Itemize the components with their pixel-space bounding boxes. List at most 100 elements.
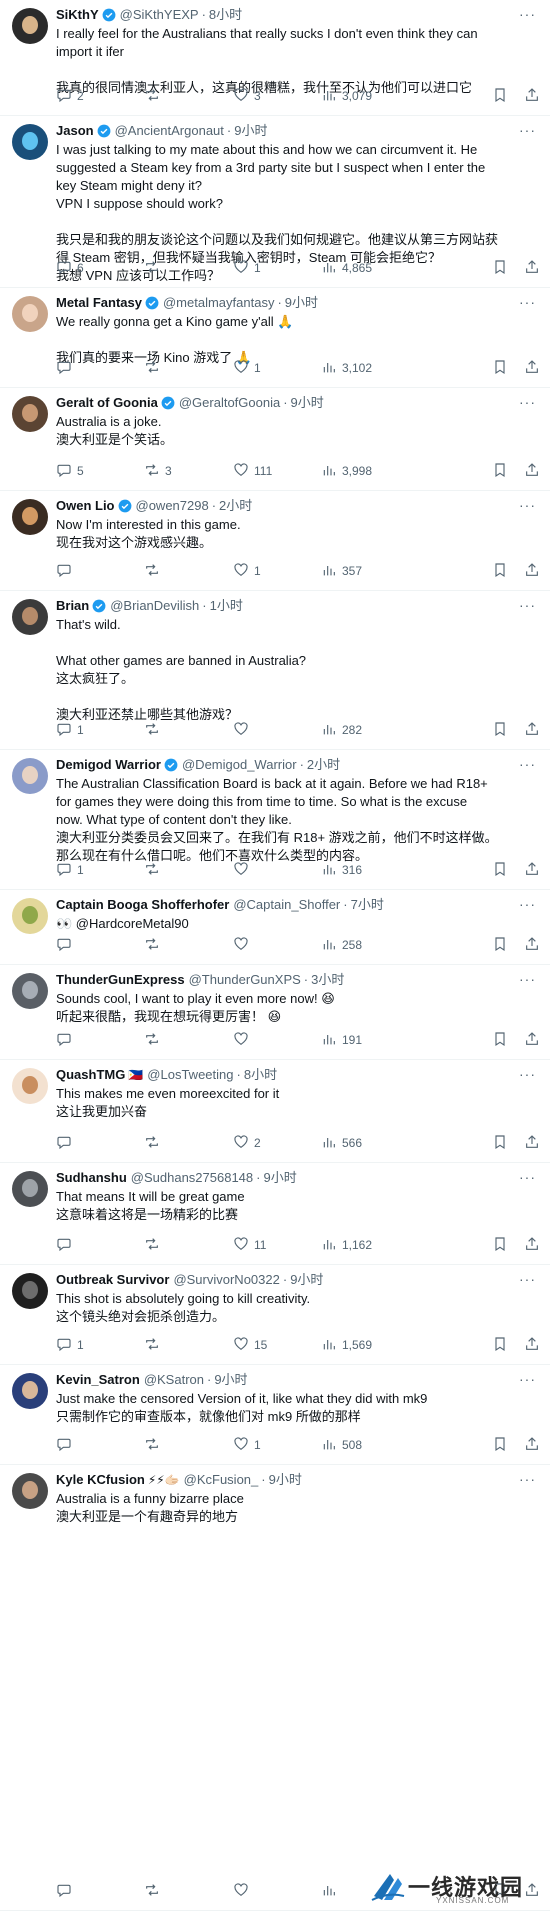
author-handle[interactable]: @LosTweeting xyxy=(147,1066,233,1084)
author-name[interactable]: Owen Lio xyxy=(56,497,115,515)
avatar[interactable] xyxy=(12,296,48,332)
avatar[interactable] xyxy=(12,973,48,1009)
author-name[interactable]: Demigod Warrior xyxy=(56,756,161,774)
author-name[interactable]: Captain Booga Shofferhofer xyxy=(56,896,229,914)
views-button[interactable]: 4,865 xyxy=(321,259,372,278)
reply-button[interactable] xyxy=(56,359,77,378)
tweet[interactable]: ··· QuashTMG 🇵🇭 @LosTweeting · 8小时 This makes … xyxy=(0,1060,550,1163)
avatar[interactable] xyxy=(12,124,48,160)
tweet[interactable]: ··· ThunderGunExpress @ThunderGunXPS · 3小时 So… xyxy=(0,965,550,1060)
bookmark-button[interactable] xyxy=(492,721,508,740)
author-name[interactable]: Geralt of Goonia xyxy=(56,394,158,412)
author-handle[interactable]: @SurvivorNo0322 xyxy=(173,1271,279,1289)
avatar[interactable] xyxy=(12,758,48,794)
author-name[interactable]: SiKthY xyxy=(56,6,99,24)
reply-button[interactable] xyxy=(56,936,77,955)
timestamp[interactable]: 9小时 xyxy=(214,1371,247,1389)
timestamp[interactable]: 3小时 xyxy=(311,971,344,989)
retweet-button[interactable] xyxy=(144,1236,165,1255)
like-button[interactable]: 1 xyxy=(233,1436,261,1455)
tweet[interactable]: ··· Metal Fantasy @metalmayfantasy · 9小时 We r… xyxy=(0,288,550,388)
tweet[interactable]: ··· Kevin_Satron @KSatron · 9小时 Just make the… xyxy=(0,1365,550,1465)
views-button[interactable]: 508 xyxy=(321,1436,362,1455)
like-button[interactable]: 11 xyxy=(233,1236,266,1255)
share-button[interactable] xyxy=(524,1236,540,1255)
like-button[interactable]: 111 xyxy=(233,462,272,481)
avatar[interactable] xyxy=(12,1171,48,1207)
timestamp[interactable]: 9小时 xyxy=(290,1271,323,1289)
retweet-button[interactable] xyxy=(144,1336,165,1355)
retweet-button[interactable] xyxy=(144,1436,165,1455)
retweet-button[interactable]: 3 xyxy=(144,462,172,481)
author-name[interactable]: ThunderGunExpress xyxy=(56,971,185,989)
timestamp[interactable]: 8小时 xyxy=(244,1066,277,1084)
timestamp[interactable]: 9小时 xyxy=(269,1471,302,1489)
retweet-button[interactable] xyxy=(144,721,165,740)
views-button[interactable]: 258 xyxy=(321,936,362,955)
author-handle[interactable]: @ThunderGunXPS xyxy=(189,971,301,989)
like-button[interactable]: 3 xyxy=(233,87,261,106)
retweet-button[interactable] xyxy=(144,936,165,955)
author-name[interactable]: Outbreak Survivor xyxy=(56,1271,169,1289)
share-button[interactable] xyxy=(524,1031,540,1050)
bookmark-button[interactable] xyxy=(492,936,508,955)
tweet[interactable]: ··· Brian @BrianDevilish · 1小时 That's wild. Wh… xyxy=(0,591,550,750)
avatar[interactable] xyxy=(12,1068,48,1104)
bookmark-button[interactable] xyxy=(492,861,508,880)
retweet-button[interactable] xyxy=(144,1882,165,1901)
like-button[interactable]: 1 xyxy=(233,259,261,278)
tweet[interactable]: ··· Sudhanshu @Sudhans27568148 · 9小时 That mea… xyxy=(0,1163,550,1265)
author-handle[interactable]: @owen7298 xyxy=(136,497,209,515)
avatar[interactable] xyxy=(12,1373,48,1409)
author-name[interactable]: Brian xyxy=(56,597,89,615)
timestamp[interactable]: 9小时 xyxy=(234,122,267,140)
author-handle[interactable]: @BrianDevilish xyxy=(110,597,199,615)
timestamp[interactable]: 7小时 xyxy=(351,896,384,914)
like-button[interactable]: 2 xyxy=(233,1134,261,1153)
retweet-button[interactable] xyxy=(144,1134,165,1153)
retweet-button[interactable] xyxy=(144,359,165,378)
share-button[interactable] xyxy=(524,259,540,278)
avatar[interactable] xyxy=(12,599,48,635)
author-name[interactable]: Kyle KCfusion xyxy=(56,1471,145,1489)
views-button[interactable]: 1,162 xyxy=(321,1236,372,1255)
like-button[interactable]: 1 xyxy=(233,562,261,581)
timestamp[interactable]: 9小时 xyxy=(263,1169,296,1187)
views-button[interactable]: 357 xyxy=(321,562,362,581)
reply-button[interactable]: 2 xyxy=(56,87,84,106)
bookmark-button[interactable] xyxy=(492,462,508,481)
share-button[interactable] xyxy=(524,562,540,581)
author-name[interactable]: Sudhanshu xyxy=(56,1169,127,1187)
retweet-button[interactable] xyxy=(144,259,165,278)
bookmark-button[interactable] xyxy=(492,87,508,106)
views-button[interactable]: 3,998 xyxy=(321,462,372,481)
views-button[interactable]: 1,569 xyxy=(321,1336,372,1355)
author-handle[interactable]: @SiKthYEXP xyxy=(120,6,199,24)
author-handle[interactable]: @AncientArgonaut xyxy=(115,122,224,140)
avatar[interactable] xyxy=(12,396,48,432)
bookmark-button[interactable] xyxy=(492,259,508,278)
retweet-button[interactable] xyxy=(144,87,165,106)
like-button[interactable] xyxy=(233,721,254,740)
tweet[interactable]: ··· Jason @AncientArgonaut · 9小时 I was just t… xyxy=(0,116,550,288)
share-button[interactable] xyxy=(524,1436,540,1455)
views-button[interactable]: 191 xyxy=(321,1031,362,1050)
tweet[interactable]: ··· Captain Booga Shofferhofer @Captain_Sh… xyxy=(0,890,550,965)
share-button[interactable] xyxy=(524,861,540,880)
tweet[interactable]: ··· Outbreak Survivor @SurvivorNo0322 · 9小时 T… xyxy=(0,1265,550,1365)
timestamp[interactable]: 9小时 xyxy=(291,394,324,412)
tweet[interactable]: ··· Owen Lio @owen7298 · 2小时 Now I'm interest… xyxy=(0,491,550,591)
author-name[interactable]: Jason xyxy=(56,122,94,140)
bookmark-button[interactable] xyxy=(492,1336,508,1355)
views-button[interactable]: 3,102 xyxy=(321,359,372,378)
views-button[interactable]: 3,079 xyxy=(321,87,372,106)
avatar[interactable] xyxy=(12,1273,48,1309)
bookmark-button[interactable] xyxy=(492,1436,508,1455)
author-name[interactable]: QuashTMG xyxy=(56,1066,125,1084)
reply-button[interactable]: 1 xyxy=(56,1336,84,1355)
timestamp[interactable]: 2小时 xyxy=(307,756,340,774)
timestamp[interactable]: 1小时 xyxy=(210,597,243,615)
tweet[interactable]: ··· Geralt of Goonia @GeraltofGoonia · 9小时 Au… xyxy=(0,388,550,491)
share-button[interactable] xyxy=(524,462,540,481)
avatar[interactable] xyxy=(12,1473,48,1509)
